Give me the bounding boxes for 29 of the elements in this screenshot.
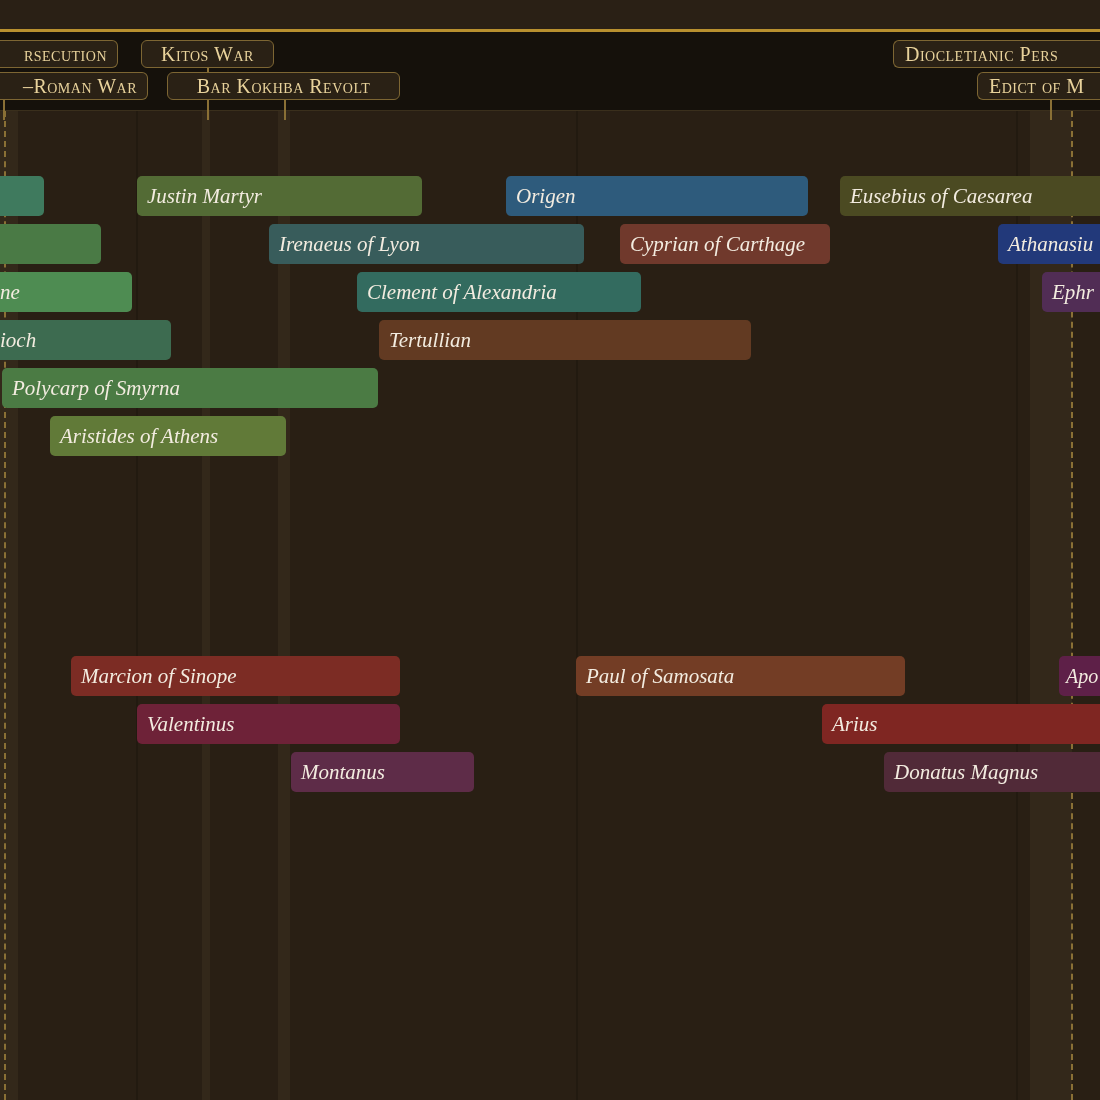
person-bar: Arius	[822, 704, 1100, 744]
person-bar: Apo	[1059, 656, 1100, 696]
person-bar: Justin Martyr	[137, 176, 422, 216]
person-bar: Clement of Alexandria	[357, 272, 641, 312]
person-bar: Montanus	[291, 752, 474, 792]
person-bar: Polycarp of Smyrna	[2, 368, 378, 408]
person-bar: Ephr	[1042, 272, 1100, 312]
event-label: Bar Kokhba Revolt	[167, 72, 400, 100]
leader-line	[3, 100, 5, 120]
person-bar: Tertullian	[379, 320, 751, 360]
person-bar: Irenaeus of Lyon	[269, 224, 584, 264]
leader-line	[1050, 100, 1052, 120]
person-bar: Marcion of Sinope	[71, 656, 400, 696]
person-bar: Origen	[506, 176, 808, 216]
event-label: rsecution	[0, 40, 118, 68]
leader-line	[284, 100, 286, 120]
person-bar: Paul of Samosata	[576, 656, 905, 696]
person-bar: Valentinus	[137, 704, 400, 744]
person-bar: Athanasiu	[998, 224, 1100, 264]
event-label: Diocletianic Pers	[893, 40, 1100, 68]
person-bar: Eusebius of Caesarea	[840, 176, 1100, 216]
person-bar: Cyprian of Carthage	[620, 224, 830, 264]
person-bar: ne	[0, 272, 132, 312]
event-label: Kitos War	[141, 40, 274, 68]
event-label: –Roman War	[0, 72, 148, 100]
person-bar: Aristides of Athens	[50, 416, 286, 456]
person-bar: ioch	[0, 320, 171, 360]
event-label: Edict of M	[977, 72, 1100, 100]
person-bar: Donatus Magnus	[884, 752, 1100, 792]
